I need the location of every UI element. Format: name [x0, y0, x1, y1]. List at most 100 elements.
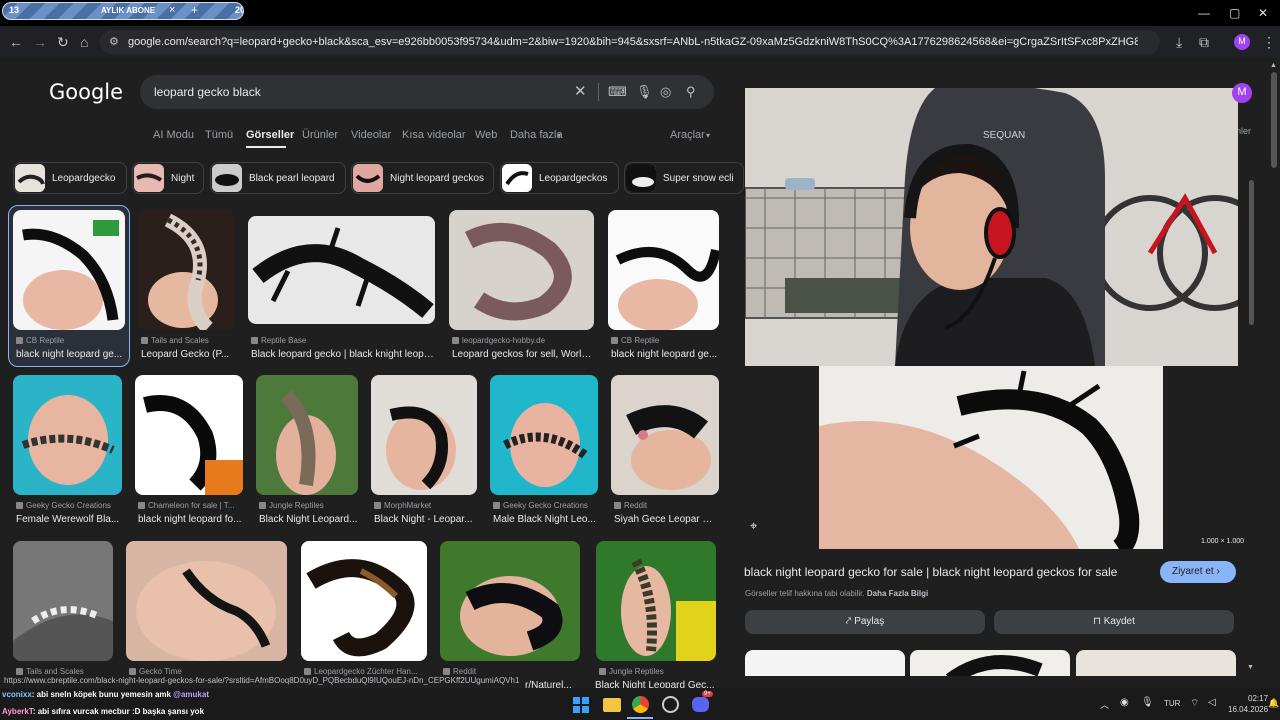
result-image[interactable] [13, 375, 122, 495]
download-icon[interactable]: ⤓ [1176, 34, 1182, 51]
preview-image[interactable] [819, 366, 1163, 549]
browser-tab[interactable]: 13 AYLIK ABONE × + 20 [2, 2, 244, 20]
result-image[interactable] [611, 375, 719, 495]
result-image[interactable] [490, 375, 598, 495]
scroll-up-icon[interactable]: ▲ [1270, 62, 1277, 69]
result-image[interactable] [440, 541, 580, 661]
result-caption[interactable]: Black leopard gecko | black knight leopa… [251, 349, 434, 360]
file-explorer-icon[interactable] [603, 698, 621, 712]
google-logo[interactable]: Google [49, 80, 123, 104]
result-image[interactable] [138, 210, 235, 330]
menu-icon[interactable]: ⋮ [1262, 34, 1276, 51]
learn-more-link[interactable]: Daha Fazla Bilgi [867, 589, 928, 598]
result-caption[interactable]: Siyah Gece Leopar G... [614, 514, 718, 525]
tab-products[interactable]: Ürünler [302, 129, 338, 141]
url-text[interactable]: google.com/search?q=leopard+gecko+black&… [128, 36, 1138, 48]
chip-night-leopard-geckos[interactable]: Night leopard geckos [351, 162, 494, 194]
search-box[interactable]: leopard gecko black ✕ ⌨ 🎙 ◎ ⚲ [140, 75, 714, 109]
page-scrollbar[interactable] [1271, 72, 1277, 168]
result-image[interactable] [301, 541, 427, 661]
result-caption[interactable]: black night leopard ge... [611, 349, 718, 360]
related-image[interactable] [1076, 650, 1236, 676]
chip-super-snow-eclipse[interactable]: Super snow ecli [624, 162, 744, 194]
new-tab-icon[interactable]: + [191, 3, 198, 17]
bell-icon[interactable]: 🔔 [1268, 698, 1279, 709]
related-image[interactable] [910, 650, 1070, 676]
visit-button[interactable]: Ziyaret et › [1160, 561, 1236, 583]
tab-all[interactable]: Tümü [205, 129, 233, 141]
close-window-icon[interactable]: ✕ [1258, 6, 1268, 20]
keyboard-icon[interactable]: ⌨ [608, 84, 627, 100]
search-input[interactable]: leopard gecko black [154, 85, 261, 99]
obs-icon[interactable] [662, 696, 679, 713]
extensions-icon[interactable]: ⧉ [1199, 34, 1209, 51]
volume-icon[interactable]: ◁ [1208, 697, 1216, 708]
preview-title[interactable]: black night leopard gecko for sale | bla… [744, 565, 1117, 579]
result-caption[interactable]: Black Night - Leopar... [374, 514, 478, 525]
result-image[interactable] [248, 216, 435, 324]
language-indicator[interactable]: TUR [1164, 699, 1180, 708]
microphone-icon[interactable]: 🎙 [636, 84, 653, 100]
result-caption[interactable]: Leopard Gecko (P... [141, 349, 236, 360]
maximize-icon[interactable]: ▢ [1229, 6, 1240, 20]
tab-web[interactable]: Web [475, 129, 497, 141]
site-info-icon[interactable]: ⚙ [109, 35, 119, 48]
chat-user: vconixx [2, 690, 32, 699]
lens-icon[interactable]: ◎ [660, 84, 671, 100]
windows-start-icon[interactable] [573, 697, 589, 713]
clock-time[interactable]: 02:17 [1248, 694, 1268, 703]
chrome-icon[interactable] [632, 696, 649, 713]
scroll-down-icon[interactable]: ▼ [1247, 664, 1254, 671]
home-icon[interactable]: ⌂ [80, 34, 88, 50]
chip-night[interactable]: Night [132, 162, 204, 194]
panel-scrollbar[interactable] [1249, 180, 1254, 325]
reload-icon[interactable]: ↻ [57, 34, 69, 51]
profile-avatar[interactable]: M [1234, 34, 1250, 50]
tab-videos[interactable]: Videolar [351, 129, 391, 141]
result-image[interactable] [13, 210, 125, 330]
discord-icon[interactable] [692, 697, 709, 712]
search-icon[interactable]: ⚲ [686, 84, 696, 100]
back-icon[interactable]: ← [9, 34, 23, 50]
save-button[interactable]: ⊓ Kaydet [994, 610, 1234, 634]
media-icon[interactable]: ◉ [1120, 697, 1129, 708]
result-caption[interactable]: Female Werewolf Bla... [16, 514, 124, 525]
share-button[interactable]: ⤤ Paylaş [745, 610, 985, 634]
wifi-icon[interactable]: ⌔ [1190, 697, 1199, 710]
result-caption[interactable]: black night leopard fo... [138, 514, 242, 525]
chip-thumbnail [626, 164, 656, 192]
chevron-up-icon[interactable]: ︿ [1100, 698, 1109, 711]
result-caption[interactable]: Black Night Leopard... [259, 514, 359, 525]
forward-icon[interactable]: → [33, 34, 47, 50]
lens-icon[interactable]: ⌖ [750, 518, 757, 534]
google-profile-avatar[interactable]: M [1232, 83, 1252, 103]
result-image[interactable] [449, 210, 594, 330]
result-caption[interactable]: Male Black Night Leo... [493, 514, 599, 525]
tab-close-icon[interactable]: × [169, 4, 175, 16]
tab-short-videos[interactable]: Kısa videolar [402, 129, 466, 141]
chip-thumbnail [212, 164, 242, 192]
tab-images[interactable]: Görseller [246, 129, 294, 141]
chip-leopardgecko[interactable]: Leopardgecko [13, 162, 127, 194]
microphone-icon[interactable]: 🎙 [1141, 697, 1154, 708]
result-image[interactable] [256, 375, 358, 495]
minimize-icon[interactable]: — [1198, 6, 1210, 20]
result-image[interactable] [371, 375, 477, 495]
tools-button[interactable]: Araçlar [670, 129, 705, 141]
clock-date[interactable]: 16.04.2026 [1228, 705, 1268, 714]
tab-more[interactable]: Daha fazla [510, 129, 563, 141]
clear-icon[interactable]: ✕ [574, 82, 587, 100]
bookmark-icon: ⊓ [1093, 616, 1104, 627]
result-image[interactable] [13, 541, 113, 661]
result-image[interactable] [126, 541, 287, 661]
result-image[interactable] [596, 541, 716, 661]
chip-leopardgeckos[interactable]: Leopardgeckos [500, 162, 619, 194]
result-image[interactable] [135, 375, 243, 495]
chip-black-pearl-leopard[interactable]: Black pearl leopard [210, 162, 346, 194]
result-caption[interactable]: black night leopard ge... [16, 349, 126, 360]
result-image[interactable] [608, 210, 719, 330]
tab-ai-mode[interactable]: AI Modu [153, 129, 194, 141]
related-image[interactable] [745, 650, 905, 676]
active-app-indicator [627, 717, 653, 719]
result-caption[interactable]: Leopard geckos for sell, World... [452, 349, 592, 360]
